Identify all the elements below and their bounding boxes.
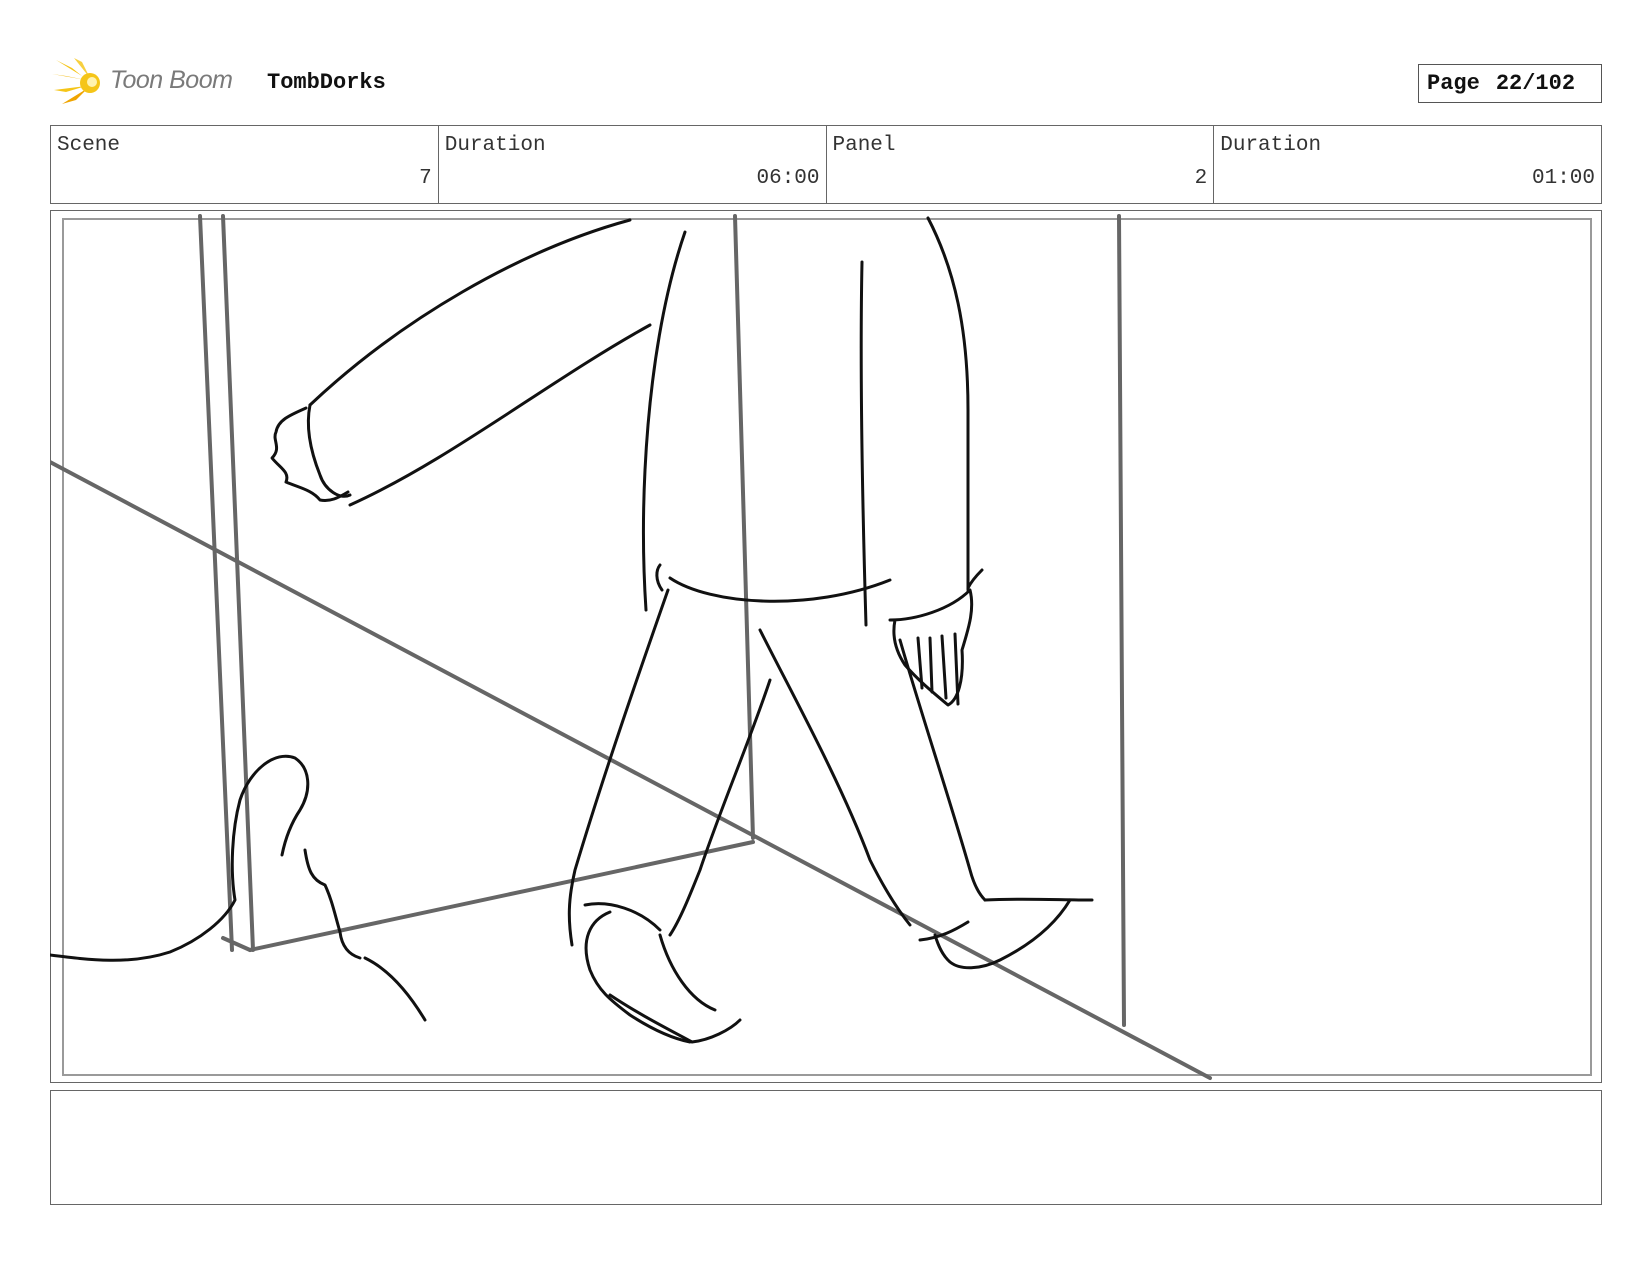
panel-value: 2	[1194, 167, 1208, 190]
panel-sketch-drawing	[50, 214, 1212, 1080]
page-indicator: Page 22/102	[1418, 64, 1602, 103]
project-title: TombDorks	[267, 70, 386, 95]
panel-duration-value: 01:00	[1531, 167, 1595, 190]
page-label: Page	[1427, 71, 1480, 96]
scene-duration-label: Duration	[444, 134, 546, 157]
toon-boom-burst-icon	[52, 58, 100, 104]
perspective-guides	[50, 214, 1212, 1080]
panel-label: Panel	[832, 134, 896, 157]
scene-label: Scene	[57, 134, 121, 157]
scene-duration-cell: Duration 06:00	[439, 126, 827, 203]
page-number: 22/102	[1495, 71, 1576, 96]
toon-boom-logo: Toon Boom	[52, 56, 252, 110]
scene-duration-value: 06:00	[756, 167, 820, 190]
panel-duration-cell: Duration 01:00	[1214, 126, 1601, 203]
panel-info-row: Scene 7 Duration 06:00 Panel 2 Duration …	[50, 125, 1602, 204]
panel-cell: Panel 2	[827, 126, 1215, 203]
panel-notes-box	[50, 1090, 1602, 1205]
brand-name: Toon Boom	[110, 66, 233, 94]
scene-cell: Scene 7	[51, 126, 439, 203]
panel-duration-label: Duration	[1220, 134, 1322, 157]
scene-value: 7	[419, 167, 432, 190]
